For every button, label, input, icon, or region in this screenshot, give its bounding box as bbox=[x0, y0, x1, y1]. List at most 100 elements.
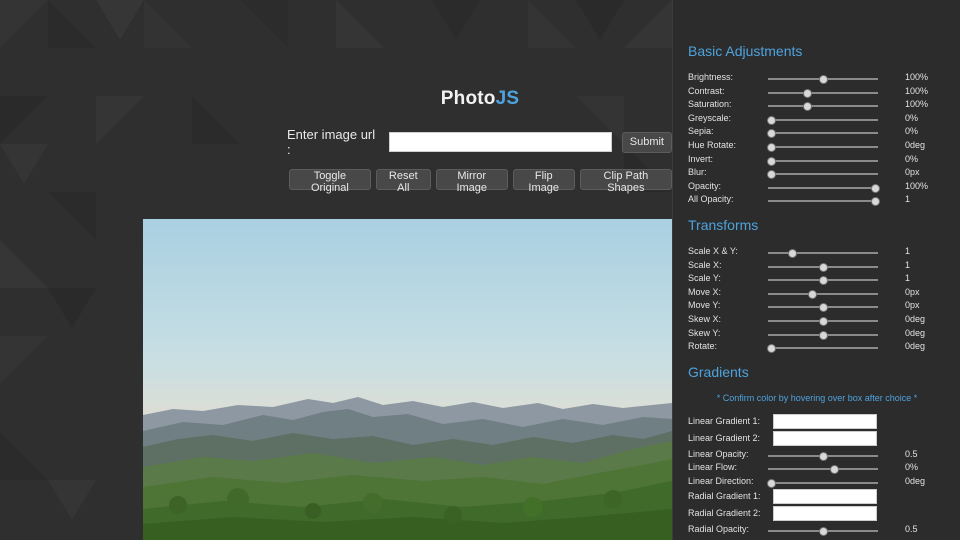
radial-opacity-label: Radial Opacity: bbox=[688, 524, 750, 534]
slider-thumb[interactable] bbox=[802, 88, 812, 98]
slider-thumb[interactable] bbox=[830, 465, 839, 474]
radial-gradient-1-color-picker[interactable] bbox=[773, 489, 877, 504]
greyscale-label: Greyscale: bbox=[688, 112, 732, 123]
slider-thumb[interactable] bbox=[767, 170, 777, 180]
move-x-value: 0px bbox=[905, 286, 920, 297]
flip-image-button[interactable]: Flip Image bbox=[512, 169, 575, 194]
slider-thumb[interactable] bbox=[870, 183, 880, 193]
rotate-row: Rotate: 0deg bbox=[688, 341, 960, 354]
hue-rotate-label: Hue Rotate: bbox=[688, 140, 737, 150]
all-opacity-row: All Opacity: 1 bbox=[688, 194, 960, 207]
toggle-original-button[interactable]: Toggle Original bbox=[289, 169, 371, 194]
url-label: Enter image url : bbox=[287, 127, 376, 157]
invert-label: Invert: bbox=[688, 153, 714, 164]
move-y-slider[interactable] bbox=[768, 303, 878, 313]
linear-gradient-2-row: Linear Gradient 2: bbox=[688, 431, 960, 446]
scale-y-label: Scale Y: bbox=[688, 273, 721, 284]
scale-y-slider[interactable] bbox=[768, 276, 878, 286]
slider-thumb[interactable] bbox=[819, 262, 828, 272]
slider-thumb[interactable] bbox=[819, 276, 828, 286]
linear-flow-slider[interactable] bbox=[768, 465, 878, 474]
slider-thumb[interactable] bbox=[767, 143, 777, 152]
linear-gradient-1-label: Linear Gradient 1: bbox=[688, 416, 761, 426]
slider-thumb[interactable] bbox=[767, 129, 777, 139]
sepia-value: 0% bbox=[905, 126, 919, 137]
saturation-row: Saturation: 100% bbox=[688, 99, 960, 112]
slider-thumb[interactable] bbox=[819, 330, 828, 340]
skew-y-slider[interactable] bbox=[768, 330, 878, 340]
slider-thumb[interactable] bbox=[819, 317, 828, 326]
rotate-slider[interactable] bbox=[767, 344, 878, 354]
slider-thumb[interactable] bbox=[767, 156, 777, 166]
radial-gradient-2-color-picker[interactable] bbox=[773, 506, 877, 521]
scale-x-label: Scale X: bbox=[688, 259, 722, 270]
linear-opacity-slider[interactable] bbox=[768, 452, 878, 461]
move-y-value: 0px bbox=[905, 300, 920, 311]
radial-gradient-1-label: Radial Gradient 1: bbox=[688, 491, 761, 501]
image-url-input[interactable] bbox=[389, 132, 612, 152]
radial-opacity-value: 0.5 bbox=[905, 524, 918, 534]
slider-thumb[interactable] bbox=[788, 249, 798, 258]
scale-x-and-y-slider[interactable] bbox=[768, 249, 878, 258]
contrast-slider[interactable] bbox=[768, 88, 878, 98]
move-y-row: Move Y: 0px bbox=[688, 300, 960, 313]
linear-gradient-2-color-picker[interactable] bbox=[773, 431, 877, 446]
slider-thumb[interactable] bbox=[819, 527, 828, 536]
scale-x-row: Scale X: 1 bbox=[688, 260, 960, 273]
image-toolbar: Toggle Original Reset All Mirror Image F… bbox=[289, 169, 672, 194]
linear-gradient-1-row: Linear Gradient 1: bbox=[688, 414, 960, 429]
clip-path-shapes-button[interactable]: Clip Path Shapes bbox=[579, 169, 672, 194]
radial-opacity-row: Radial Opacity: 0.5 bbox=[688, 524, 960, 537]
all-opacity-slider[interactable] bbox=[768, 197, 880, 207]
linear-gradient-1-color-picker[interactable] bbox=[773, 414, 877, 429]
mirror-image-button[interactable]: Mirror Image bbox=[435, 169, 508, 194]
slider-thumb[interactable] bbox=[808, 289, 817, 299]
opacity-slider[interactable] bbox=[768, 183, 880, 193]
linear-flow-row: Linear Flow: 0% bbox=[688, 462, 960, 475]
saturation-value: 100% bbox=[905, 99, 929, 110]
saturation-slider[interactable] bbox=[768, 102, 878, 112]
scale-x-and-y-label: Scale X & Y: bbox=[688, 246, 738, 256]
contrast-label: Contrast: bbox=[688, 85, 725, 96]
gradients-note: * Confirm color by hovering over box aft… bbox=[716, 393, 918, 403]
slider-thumb[interactable] bbox=[819, 75, 828, 84]
reset-all-button[interactable]: Reset All bbox=[375, 169, 431, 194]
move-y-label: Move Y: bbox=[688, 300, 721, 311]
blur-label: Blur: bbox=[688, 167, 707, 178]
hue-rotate-slider[interactable] bbox=[767, 143, 878, 152]
greyscale-slider[interactable] bbox=[767, 115, 878, 125]
slider-thumb[interactable] bbox=[819, 303, 828, 313]
slider-thumb[interactable] bbox=[767, 115, 777, 125]
sepia-slider[interactable] bbox=[767, 129, 878, 139]
slider-thumb[interactable] bbox=[767, 344, 777, 354]
invert-value: 0% bbox=[905, 153, 919, 164]
linear-opacity-value: 0.5 bbox=[905, 449, 918, 459]
slider-thumb[interactable] bbox=[767, 479, 777, 488]
greyscale-row: Greyscale: 0% bbox=[688, 113, 960, 126]
move-x-slider[interactable] bbox=[768, 289, 878, 299]
saturation-label: Saturation: bbox=[688, 99, 732, 110]
skew-x-slider[interactable] bbox=[768, 317, 878, 326]
url-form: Enter image url : Submit bbox=[287, 127, 672, 157]
invert-slider[interactable] bbox=[767, 156, 878, 166]
skew-y-label: Skew Y: bbox=[688, 327, 721, 338]
invert-row: Invert: 0% bbox=[688, 154, 960, 167]
scale-y-value: 1 bbox=[905, 273, 911, 284]
submit-button[interactable]: Submit bbox=[621, 131, 672, 153]
slider-thumb[interactable] bbox=[870, 197, 880, 207]
radial-opacity-slider[interactable] bbox=[768, 527, 878, 536]
brightness-slider[interactable] bbox=[768, 75, 878, 84]
linear-direction-slider[interactable] bbox=[767, 479, 878, 488]
slider-thumb[interactable] bbox=[819, 452, 828, 461]
opacity-label: Opacity: bbox=[688, 180, 722, 191]
sepia-label: Sepia: bbox=[688, 126, 714, 137]
basic-adjustments-title: Basic Adjustments bbox=[688, 43, 803, 59]
slider-thumb[interactable] bbox=[802, 102, 812, 112]
blur-slider[interactable] bbox=[767, 170, 878, 180]
scale-x-and-y-value: 1 bbox=[905, 246, 911, 256]
scale-x-slider[interactable] bbox=[768, 262, 878, 272]
opacity-row: Opacity: 100% bbox=[688, 181, 960, 194]
radial-gradient-1-row: Radial Gradient 1: bbox=[688, 489, 960, 504]
brightness-value: 100% bbox=[905, 72, 929, 82]
all-opacity-value: 1 bbox=[905, 194, 911, 205]
